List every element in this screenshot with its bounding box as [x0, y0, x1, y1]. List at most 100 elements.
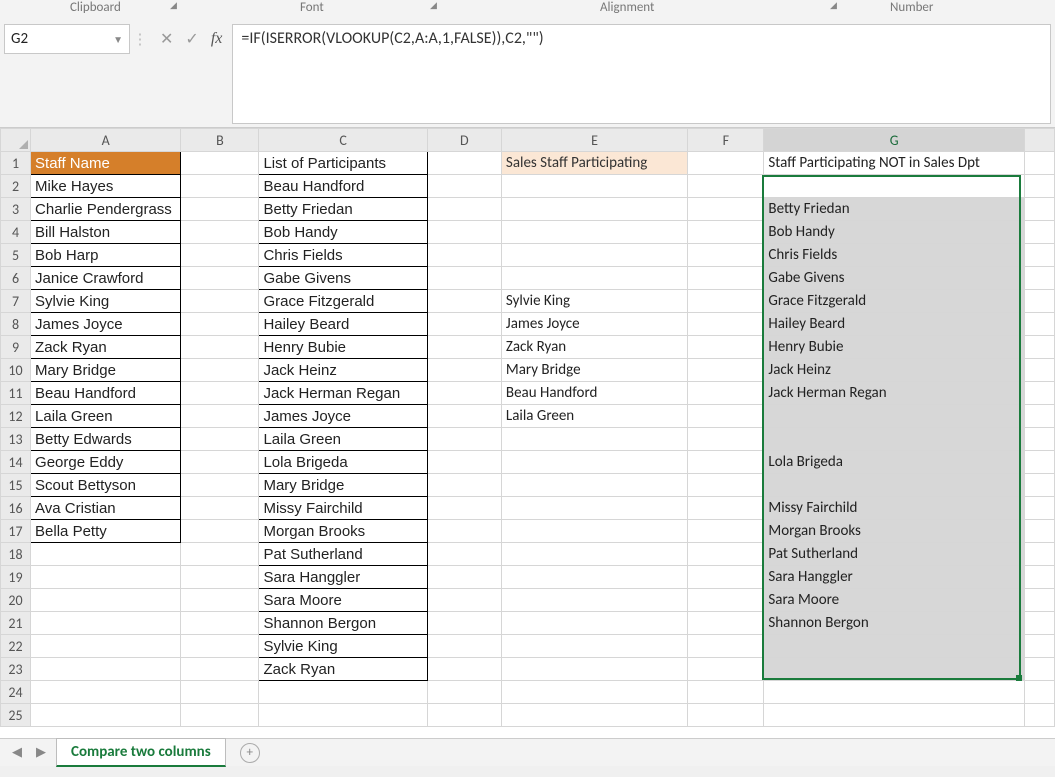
cell-A8[interactable]: James Joyce — [31, 313, 181, 336]
cell-C7[interactable]: Grace Fitzgerald — [259, 290, 427, 313]
cell-E7[interactable]: Sylvie King — [501, 290, 687, 313]
cell-C8[interactable]: Hailey Beard — [259, 313, 427, 336]
cell-H8[interactable] — [1024, 313, 1054, 336]
cell-A16[interactable]: Ava Cristian — [31, 497, 181, 520]
cell-B1[interactable] — [181, 152, 259, 175]
cell-H10[interactable] — [1024, 359, 1054, 382]
cell-D23[interactable] — [427, 658, 501, 681]
cell-H9[interactable] — [1024, 336, 1054, 359]
cell-C11[interactable]: Jack Herman Regan — [259, 382, 427, 405]
cell-B4[interactable] — [181, 221, 259, 244]
sheet-nav-prev-icon[interactable]: ◀ — [8, 745, 26, 760]
sheet-tab-active[interactable]: Compare two columns — [56, 738, 226, 767]
cell-E5[interactable] — [501, 244, 687, 267]
formula-bar-input[interactable]: =IF(ISERROR(VLOOKUP(C2,A:A,1,FALSE)),C2,… — [232, 24, 1051, 124]
cell-F14[interactable] — [688, 451, 764, 474]
row-header[interactable]: 24 — [1, 681, 31, 704]
cell-C20[interactable]: Sara Moore — [259, 589, 427, 612]
col-header-E[interactable]: E — [501, 129, 687, 152]
cell-A15[interactable]: Scout Bettyson — [31, 474, 181, 497]
cell-C1[interactable]: List of Participants — [259, 152, 427, 175]
cell-D19[interactable] — [427, 566, 501, 589]
row-header[interactable]: 14 — [1, 451, 31, 474]
cell-E24[interactable] — [501, 681, 687, 704]
cell-B24[interactable] — [181, 681, 259, 704]
cell-G20[interactable]: Sara Moore — [764, 589, 1024, 612]
row-header[interactable]: 8 — [1, 313, 31, 336]
cell-D13[interactable] — [427, 428, 501, 451]
cell-D20[interactable] — [427, 589, 501, 612]
cell-A9[interactable]: Zack Ryan — [31, 336, 181, 359]
cell-G14[interactable]: Lola Brigeda — [764, 451, 1024, 474]
cell-E16[interactable] — [501, 497, 687, 520]
cell-B8[interactable] — [181, 313, 259, 336]
cell-C6[interactable]: Gabe Givens — [259, 267, 427, 290]
cell-G6[interactable]: Gabe Givens — [764, 267, 1024, 290]
col-header-B[interactable]: B — [181, 129, 259, 152]
cell-B2[interactable] — [181, 175, 259, 198]
row-header[interactable]: 4 — [1, 221, 31, 244]
cell-G21[interactable]: Shannon Bergon — [764, 612, 1024, 635]
cell-E3[interactable] — [501, 198, 687, 221]
row-header[interactable]: 15 — [1, 474, 31, 497]
cell-B12[interactable] — [181, 405, 259, 428]
cell-D11[interactable] — [427, 382, 501, 405]
cell-F20[interactable] — [688, 589, 764, 612]
cell-C22[interactable]: Sylvie King — [259, 635, 427, 658]
cell-A25[interactable] — [31, 704, 181, 727]
name-box[interactable]: G2 ▼ — [4, 24, 130, 54]
cell-G17[interactable]: Morgan Brooks — [764, 520, 1024, 543]
split-handle-icon[interactable]: ⋮ — [130, 24, 150, 54]
cell-F17[interactable] — [688, 520, 764, 543]
cell-D25[interactable] — [427, 704, 501, 727]
cell-H5[interactable] — [1024, 244, 1054, 267]
cell-B21[interactable] — [181, 612, 259, 635]
row-header[interactable]: 19 — [1, 566, 31, 589]
cell-E13[interactable] — [501, 428, 687, 451]
cell-E17[interactable] — [501, 520, 687, 543]
cell-F2[interactable] — [688, 175, 764, 198]
cell-A11[interactable]: Beau Handford — [31, 382, 181, 405]
cell-F5[interactable] — [688, 244, 764, 267]
col-header-F[interactable]: F — [688, 129, 764, 152]
cell-E2[interactable] — [501, 175, 687, 198]
cell-H23[interactable] — [1024, 658, 1054, 681]
cell-F7[interactable] — [688, 290, 764, 313]
cell-C18[interactable]: Pat Sutherland — [259, 543, 427, 566]
cell-B3[interactable] — [181, 198, 259, 221]
cell-D24[interactable] — [427, 681, 501, 704]
row-header[interactable]: 9 — [1, 336, 31, 359]
cell-A19[interactable] — [31, 566, 181, 589]
cell-B14[interactable] — [181, 451, 259, 474]
cell-D5[interactable] — [427, 244, 501, 267]
cell-C15[interactable]: Mary Bridge — [259, 474, 427, 497]
cell-A20[interactable] — [31, 589, 181, 612]
cell-E20[interactable] — [501, 589, 687, 612]
cell-E10[interactable]: Mary Bridge — [501, 359, 687, 382]
col-header-H[interactable] — [1024, 129, 1054, 152]
row-header[interactable]: 18 — [1, 543, 31, 566]
cancel-icon[interactable]: ✕ — [160, 29, 173, 49]
row-header[interactable]: 5 — [1, 244, 31, 267]
cell-F10[interactable] — [688, 359, 764, 382]
cell-H21[interactable] — [1024, 612, 1054, 635]
cell-H20[interactable] — [1024, 589, 1054, 612]
cell-D12[interactable] — [427, 405, 501, 428]
cell-G11[interactable]: Jack Herman Regan — [764, 382, 1024, 405]
cell-G22[interactable] — [764, 635, 1024, 658]
cell-A14[interactable]: George Eddy — [31, 451, 181, 474]
cell-B15[interactable] — [181, 474, 259, 497]
cell-C9[interactable]: Henry Bubie — [259, 336, 427, 359]
cell-H7[interactable] — [1024, 290, 1054, 313]
cell-A18[interactable] — [31, 543, 181, 566]
cell-B6[interactable] — [181, 267, 259, 290]
row-header[interactable]: 7 — [1, 290, 31, 313]
row-header[interactable]: 11 — [1, 382, 31, 405]
cell-D15[interactable] — [427, 474, 501, 497]
cell-A2[interactable]: Mike Hayes — [31, 175, 181, 198]
cell-B13[interactable] — [181, 428, 259, 451]
cell-D18[interactable] — [427, 543, 501, 566]
cell-G13[interactable] — [764, 428, 1024, 451]
cell-A6[interactable]: Janice Crawford — [31, 267, 181, 290]
cell-F22[interactable] — [688, 635, 764, 658]
